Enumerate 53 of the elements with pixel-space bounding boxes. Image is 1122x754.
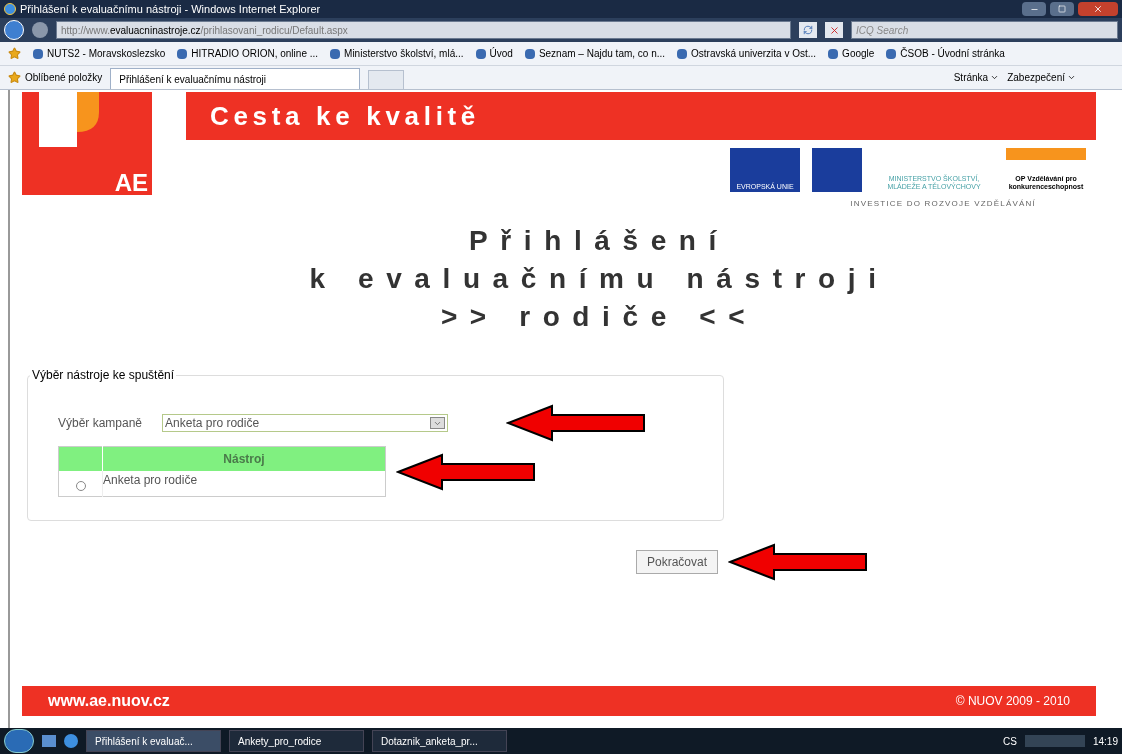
refresh-icon: [803, 25, 813, 35]
start-button[interactable]: [4, 729, 34, 753]
favorites-link[interactable]: HITRADIO ORION, online ...: [177, 46, 319, 61]
favorites-link[interactable]: ČSOB - Úvodní stránka: [886, 46, 1005, 61]
browser-icon: [4, 3, 16, 15]
address-field[interactable]: http://www.evaluacninastroje.cz/prihlasovani_rodicu/Default.aspx: [56, 21, 791, 39]
star-icon: [8, 71, 21, 84]
maximize-icon: [1058, 5, 1066, 13]
favorites-link[interactable]: Seznam – Najdu tam, co n...: [524, 46, 666, 61]
panel-legend: Výběr nástroje ke spuštění: [30, 366, 177, 384]
page-heading: >> rodiče <<: [440, 300, 758, 334]
taskbar-button[interactable]: Dotaznik_anketa_pr...: [372, 730, 507, 752]
page-heading: Přihlášení: [469, 224, 729, 258]
refresh-button[interactable]: [799, 22, 817, 38]
close-icon: [1093, 4, 1103, 14]
favorites-button[interactable]: Oblíbené položky: [8, 70, 103, 85]
table-cell: Anketa pro rodiče: [102, 470, 386, 497]
close-icon: [828, 24, 840, 36]
language-indicator: CS: [1003, 734, 1017, 749]
continue-button[interactable]: Pokračovat: [635, 550, 718, 574]
favorites-link[interactable]: Google: [828, 46, 875, 61]
favorites-link[interactable]: Úvod: [475, 46, 513, 61]
banner-title: Cesta ke kvalitě: [210, 99, 480, 133]
caret-icon: [1067, 73, 1076, 82]
logo-mark-icon: [39, 92, 99, 147]
partner-tagline: INVESTICE DO ROZVOJE VZDĚLÁVÁNÍ: [850, 198, 1036, 210]
favorites-link[interactable]: Ostravská univerzita v Ost...: [677, 46, 817, 61]
forward-button[interactable]: [32, 22, 48, 38]
back-button[interactable]: [4, 20, 24, 40]
window-title: Přihlášení k evaluačnímu nástroji - Windows Internet Explorer: [20, 1, 321, 17]
caret-icon: [430, 417, 446, 429]
clock: 14:19: [1092, 734, 1118, 749]
page-heading: k evaluačnímu nástroji: [309, 262, 889, 296]
maximize-button[interactable]: [1050, 2, 1074, 16]
caret-icon: [990, 73, 1000, 82]
column-header: Nástroj: [102, 446, 386, 471]
star-icon: [8, 47, 21, 60]
campaign-label: Výběr kampaně: [58, 415, 143, 432]
footer-copyright: © NUOV 2009 - 2010: [955, 693, 1070, 710]
close-button[interactable]: [1078, 2, 1118, 16]
url-text: http://www.evaluacninastroje.cz/prihlasovani_rodicu/Default.aspx: [61, 23, 348, 38]
favorites-link[interactable]: Ministerstvo školství, mlá...: [330, 46, 464, 61]
taskbar-button[interactable]: Přihlášení k evaluač...: [86, 730, 221, 752]
stop-button[interactable]: [825, 22, 843, 38]
favorites-link[interactable]: NUTS2 - Moravskoslezsko: [33, 46, 166, 61]
logo-text: AE: [114, 171, 148, 195]
minimize-button[interactable]: [1022, 2, 1046, 16]
taskbar-button[interactable]: Ankety_pro_rodice: [229, 730, 364, 752]
browser-tab[interactable]: Přihlášení k evaluačnímu nástroji: [110, 68, 361, 89]
browser-icon[interactable]: [64, 734, 78, 748]
command-menu[interactable]: Stránka: [953, 70, 1000, 85]
campaign-dropdown[interactable]: Anketa pro rodiče: [162, 414, 449, 432]
command-menu[interactable]: Zabezpečení: [1007, 70, 1076, 85]
